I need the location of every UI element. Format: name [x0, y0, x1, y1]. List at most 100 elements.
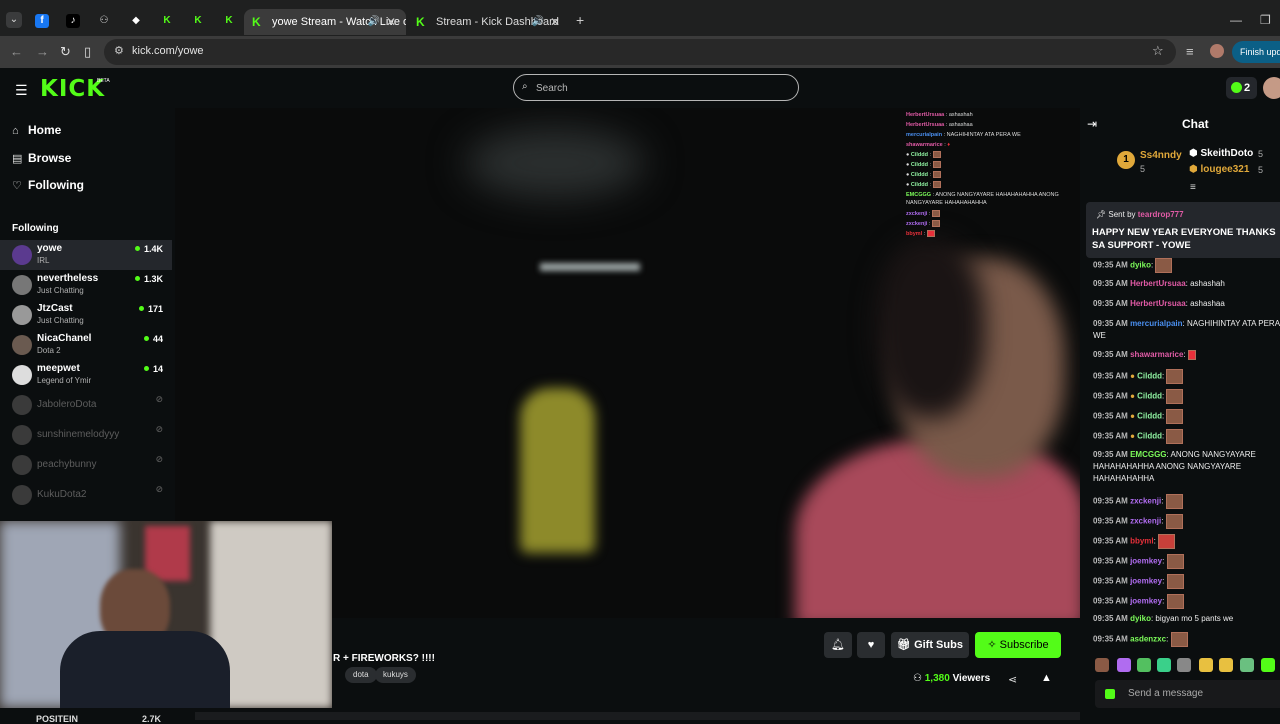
report-warning-icon[interactable]: ▲ — [1041, 672, 1052, 684]
close-tab-icon[interactable]: ✕ — [386, 9, 396, 35]
nav-following[interactable]: ♡ Following — [12, 178, 84, 192]
emote-icon[interactable] — [1117, 658, 1131, 672]
close-tab-icon[interactable]: ✕ — [550, 9, 560, 35]
chat-username[interactable]: joemkey — [1130, 597, 1162, 606]
avatar — [12, 425, 32, 445]
chat-username[interactable]: dyiko — [1130, 614, 1151, 623]
sidebar-channel-offline[interactable]: JaboleroDota ⊘ — [0, 390, 172, 420]
sidebar-channel-offline[interactable]: peachybunny ⊘ — [0, 450, 172, 480]
emote-icon[interactable] — [1095, 658, 1109, 672]
tab-list-chevron-icon[interactable]: ⌄ — [6, 12, 22, 28]
pinned-tab-icon[interactable]: ⚇ — [97, 14, 111, 28]
chat-message: 09:35 AM dyiko: bigyan mo 5 pants we — [1093, 614, 1234, 623]
collapse-chat-icon[interactable]: ⇥ — [1087, 117, 1097, 131]
sidebar-channel-nicachanel[interactable]: NicaChanel Dota 2 44 — [0, 330, 172, 360]
chat-username[interactable]: shawarmarice — [1130, 350, 1183, 359]
video-frame — [875, 238, 985, 418]
sidebar-channel-partial[interactable]: POSITEIN — [36, 714, 78, 724]
chat-username[interactable]: Cilddd — [1137, 412, 1162, 421]
sidebar-channel-offline[interactable]: KukuDota2 ⊘ — [0, 480, 172, 510]
facebook-tab-icon[interactable]: f — [35, 14, 49, 28]
emote-icon[interactable] — [1261, 658, 1275, 672]
chat-username[interactable]: dyiko — [1130, 261, 1151, 270]
leaderboard-user[interactable]: ⬢ lougee321 — [1189, 164, 1249, 175]
emote-icon — [1187, 349, 1196, 360]
sidebar-channel-offline[interactable]: sunshinemelodyyy ⊘ — [0, 420, 172, 450]
emote-icon[interactable] — [1199, 658, 1213, 672]
notification-bell-button[interactable]: 🔔︎ — [824, 632, 852, 658]
chat-username[interactable]: joemkey — [1130, 577, 1162, 586]
chat-username[interactable]: zxckenji — [1130, 497, 1161, 506]
chat-message-input[interactable]: Send a message — [1095, 680, 1280, 708]
url-field[interactable]: ⚙ kick.com/yowe ☆ — [104, 39, 1176, 65]
gift-subs-button[interactable]: 🎁︎ Gift Subs — [891, 632, 969, 658]
emote-icon[interactable] — [1177, 658, 1191, 672]
chat-username[interactable]: Cilddd — [1137, 432, 1162, 441]
overlay-chat-line: HerbertUrsuaa : ashashah — [906, 112, 973, 118]
sidebar-channel-meepwet[interactable]: meepwet Legend of Ymir 14 — [0, 360, 172, 390]
tab-yowe-stream[interactable]: K yowe Stream - Watch Live o 🔊 ✕ — [244, 9, 406, 35]
nav-browse[interactable]: ▤ Browse — [12, 151, 71, 165]
leaderboard-user[interactable]: ⬢ SkeithDoto — [1189, 148, 1253, 159]
site-info-icon[interactable]: ⚙ — [114, 44, 124, 57]
emote-icon[interactable] — [1240, 658, 1254, 672]
emote-picker-icon[interactable] — [1105, 689, 1115, 699]
badge-icon: ⬢ — [1189, 148, 1201, 159]
expand-leaderboard-icon[interactable]: ≡ — [1190, 182, 1196, 193]
back-icon[interactable]: ← — [10, 44, 23, 59]
sidebar-channel-jtzcast[interactable]: JtzCast Just Chatting 171 — [0, 300, 172, 330]
restore-icon[interactable]: ❐ — [1260, 13, 1271, 27]
tab-kick-dashboard[interactable]: K Stream - Kick Dashboard 🔊 ✕ — [408, 9, 570, 35]
chat-username[interactable]: EMCGGG — [1130, 450, 1166, 459]
minimize-icon[interactable]: — — [1230, 13, 1242, 27]
speaker-icon[interactable]: 🔊 — [532, 9, 544, 35]
chat-username[interactable]: Cilddd — [1137, 372, 1162, 381]
reload-icon[interactable]: ↻ — [60, 44, 71, 60]
follow-heart-button[interactable]: ♥ — [857, 632, 885, 658]
kick-tab-icon[interactable]: K — [160, 14, 174, 28]
chat-username[interactable]: joemkey — [1130, 557, 1162, 566]
leaderboard-user[interactable]: Ss4nndy — [1140, 150, 1182, 161]
leaderboard-count: 5 — [1140, 164, 1146, 174]
chat-username[interactable]: Cilddd — [1137, 392, 1162, 401]
tag-chip[interactable]: dota — [345, 667, 377, 683]
split-view-icon[interactable]: ▯ — [84, 44, 91, 60]
finish-update-button[interactable]: Finish upda — [1232, 41, 1280, 63]
kick-tab-icon[interactable]: K — [222, 14, 236, 28]
heart-icon: ♡ — [12, 180, 22, 192]
subscribe-button[interactable]: ✧ Subscribe — [975, 632, 1061, 658]
speaker-icon[interactable]: 🔊 — [368, 9, 380, 35]
forward-icon[interactable]: → — [36, 44, 49, 59]
profile-avatar[interactable] — [1210, 44, 1224, 58]
new-tab-icon[interactable]: + — [576, 12, 584, 28]
pinned-tab-icon[interactable]: ◆ — [129, 14, 143, 28]
menu-icon[interactable]: ☰ — [15, 82, 28, 99]
kicks-counter-badge[interactable]: 2 — [1226, 77, 1257, 99]
tiktok-tab-icon[interactable]: ♪ — [66, 14, 80, 28]
kick-tab-icon[interactable]: K — [191, 14, 205, 28]
bookmark-star-icon[interactable]: ☆ — [1152, 43, 1164, 59]
kick-logo[interactable]: KICK — [40, 76, 105, 102]
chat-username[interactable]: mercurialpain — [1130, 319, 1182, 328]
tag-chip[interactable]: kukuys — [375, 667, 416, 683]
emote-icon[interactable] — [1219, 658, 1233, 672]
emote-icon[interactable] — [1157, 658, 1171, 672]
chat-username[interactable]: bbyml — [1130, 537, 1154, 546]
share-icon[interactable]: ⋖ — [1008, 673, 1017, 686]
kick-coin-icon — [1231, 82, 1242, 93]
chat-username[interactable]: zxckenji — [1130, 517, 1161, 526]
media-control-icon[interactable]: ≡ — [1186, 44, 1194, 59]
browse-icon: ▤ — [12, 153, 23, 165]
nav-home[interactable]: ⌂ Home — [12, 123, 61, 137]
search-input[interactable]: ⌕ Search — [513, 74, 799, 101]
emote-icon[interactable] — [1137, 658, 1151, 672]
sidebar-channel-yowe[interactable]: yowe IRL 1.4K — [0, 240, 172, 270]
avatar — [12, 365, 32, 385]
chat-username[interactable]: asdenzxc — [1130, 635, 1166, 644]
chat-username[interactable]: HerbertUrsuaa — [1130, 279, 1186, 288]
sidebar-channel-nevertheless[interactable]: nevertheless Just Chatting 1.3K — [0, 270, 172, 300]
gift-icon: 🎁︎ — [897, 639, 915, 651]
video-frame — [520, 388, 595, 553]
chat-username[interactable]: HerbertUrsuaa — [1130, 299, 1186, 308]
user-avatar[interactable] — [1263, 77, 1280, 99]
